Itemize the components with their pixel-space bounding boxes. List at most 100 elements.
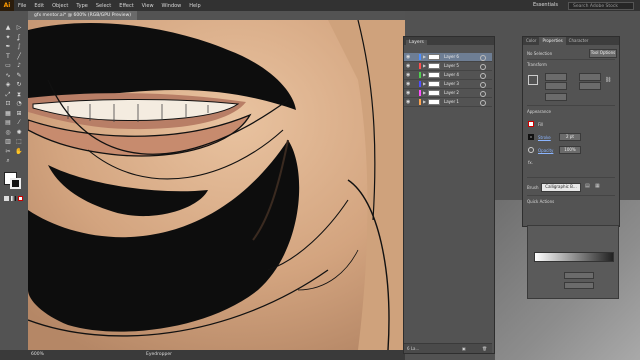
layer-row[interactable]: ◉ ▶ Layer 5 — [404, 62, 492, 71]
free-transform-icon[interactable]: ⊡ — [4, 100, 12, 108]
layer-name[interactable]: Layer 4 — [444, 71, 459, 79]
visibility-eye-icon[interactable]: ◉ — [406, 89, 410, 97]
layer-row[interactable]: ◉ ▶ Layer 3 — [404, 80, 492, 89]
expand-arrow-icon[interactable]: ▶ — [423, 98, 426, 106]
lock-toggle[interactable] — [413, 54, 418, 60]
tab-color[interactable]: Color — [523, 37, 539, 45]
constrain-link-icon[interactable]: ⛓ — [605, 77, 611, 83]
y-field[interactable] — [545, 82, 567, 90]
stroke-label[interactable]: Stroke — [538, 135, 551, 140]
document-tab[interactable]: gfx mentor.ai* @ 600% (RGB/GPU Preview) — [28, 11, 138, 20]
eyedropper-icon[interactable]: ⁄ — [15, 119, 23, 127]
layer-row[interactable]: ◉ ▶ Layer 4 — [404, 71, 492, 80]
expand-arrow-icon[interactable]: ▶ — [423, 71, 426, 79]
opacity-label[interactable]: Opacity — [538, 148, 553, 153]
rectangle-icon[interactable]: ▭ — [4, 62, 12, 70]
paintbrush-icon[interactable]: ♪ — [15, 62, 23, 70]
menu-window[interactable]: Window — [158, 3, 186, 9]
expand-arrow-icon[interactable]: ▶ — [423, 89, 426, 97]
curvature-icon[interactable]: ∫ — [15, 43, 23, 51]
hand-icon[interactable]: ✋ — [15, 148, 23, 156]
reference-point-icon[interactable] — [528, 75, 538, 85]
visibility-eye-icon[interactable]: ◉ — [406, 98, 410, 106]
height-field[interactable] — [579, 82, 601, 90]
lasso-icon[interactable]: ʆ — [15, 34, 23, 42]
pencil-icon[interactable]: ✎ — [15, 72, 23, 80]
target-circle-icon[interactable] — [480, 55, 486, 61]
menu-edit[interactable]: Edit — [30, 3, 48, 9]
layer-row[interactable]: ◉ ▶ Layer 2 — [404, 89, 492, 98]
target-circle-icon[interactable] — [480, 100, 486, 106]
target-circle-icon[interactable] — [480, 82, 486, 88]
mesh-icon[interactable]: ⊞ — [15, 110, 23, 118]
expand-arrow-icon[interactable]: ▶ — [423, 62, 426, 70]
visibility-eye-icon[interactable]: ◉ — [406, 80, 410, 88]
target-circle-icon[interactable] — [480, 64, 486, 70]
layer-name[interactable]: Layer 5 — [444, 62, 459, 70]
menu-file[interactable]: File — [14, 3, 30, 9]
select-icon[interactable]: ▲ — [4, 24, 12, 32]
layer-row[interactable]: ◉ ▶ Layer 6 — [404, 53, 492, 62]
tool-options-button[interactable]: Tool Options — [589, 49, 617, 58]
stroke-swatch-prop[interactable] — [528, 134, 534, 140]
width-icon[interactable]: ⧗ — [15, 91, 23, 99]
rotate-icon[interactable]: ↻ — [15, 81, 23, 89]
x-field[interactable] — [545, 73, 567, 81]
rotate-field[interactable] — [545, 93, 567, 101]
layer-name[interactable]: Layer 6 — [444, 53, 459, 61]
gradient-icon[interactable]: ▤ — [4, 119, 12, 127]
expand-arrow-icon[interactable]: ▶ — [423, 53, 426, 61]
layers-tab[interactable]: Layers — [406, 40, 427, 46]
fx-button[interactable]: fx. — [528, 160, 533, 165]
new-layer-icon[interactable]: ▣ — [462, 344, 466, 353]
target-circle-icon[interactable] — [480, 73, 486, 79]
stroke-weight-field[interactable]: 2 pt — [559, 133, 581, 141]
line-icon[interactable]: ╱ — [15, 53, 23, 61]
menu-object[interactable]: Object — [48, 3, 72, 9]
brush-options-icon[interactable]: ▤ — [585, 183, 590, 189]
layer-name[interactable]: Layer 2 — [444, 89, 459, 97]
magic-wand-icon[interactable]: ✦ — [4, 34, 12, 42]
menu-type[interactable]: Type — [72, 3, 91, 9]
menu-view[interactable]: View — [138, 3, 158, 9]
visibility-eye-icon[interactable]: ◉ — [406, 53, 410, 61]
opacity-field[interactable]: 100% — [559, 146, 581, 154]
scale-icon[interactable]: ⤢ — [4, 91, 12, 99]
stroke-swatch[interactable] — [10, 178, 21, 189]
tab-properties[interactable]: Properties — [539, 37, 566, 45]
slice-icon[interactable]: ✂ — [4, 148, 12, 156]
layer-name[interactable]: Layer 1 — [444, 98, 459, 106]
direct-select-icon[interactable]: ▷ — [15, 24, 23, 32]
artboard-icon[interactable]: ⬚ — [15, 138, 23, 146]
workspace-switcher[interactable]: Essentials — [533, 2, 558, 8]
expand-arrow-icon[interactable]: ▶ — [423, 80, 426, 88]
lock-toggle[interactable] — [413, 90, 418, 96]
stock-search-input[interactable]: Search Adobe Stock — [568, 1, 634, 10]
fill-none-swatch[interactable] — [528, 121, 534, 127]
menu-select[interactable]: Select — [92, 3, 115, 9]
symbol-sprayer-icon[interactable]: ✺ — [15, 129, 23, 137]
brush-library-icon[interactable]: ▦ — [595, 183, 600, 189]
layer-row[interactable]: ◉ ▶ Layer 1 — [404, 98, 492, 107]
lock-toggle[interactable] — [413, 63, 418, 69]
delete-layer-icon[interactable]: 🗑 — [482, 344, 487, 353]
eraser-icon[interactable]: ◈ — [4, 81, 12, 89]
type-icon[interactable]: T — [4, 53, 12, 61]
column-graph-icon[interactable]: ▥ — [4, 138, 12, 146]
blend-icon[interactable]: ◎ — [4, 129, 12, 137]
visibility-eye-icon[interactable]: ◉ — [406, 62, 410, 70]
color-mode-icon[interactable] — [4, 196, 9, 201]
perspective-icon[interactable]: ▦ — [4, 110, 12, 118]
visibility-eye-icon[interactable]: ◉ — [406, 71, 410, 79]
brush-dropdown[interactable]: Calligraphic B... — [541, 183, 581, 192]
zoom-level[interactable]: 600% — [31, 352, 44, 357]
lock-toggle[interactable] — [413, 81, 418, 87]
none-mode-icon[interactable] — [18, 196, 23, 201]
gradient-field-1[interactable] — [564, 272, 594, 279]
pen-icon[interactable]: ✒ — [4, 43, 12, 51]
gradient-mode-icon[interactable] — [11, 196, 16, 201]
menu-effect[interactable]: Effect — [115, 3, 137, 9]
shaper-icon[interactable]: ∿ — [4, 72, 12, 80]
width-field[interactable] — [579, 73, 601, 81]
zoom-icon[interactable]: ⌕ — [4, 157, 12, 165]
